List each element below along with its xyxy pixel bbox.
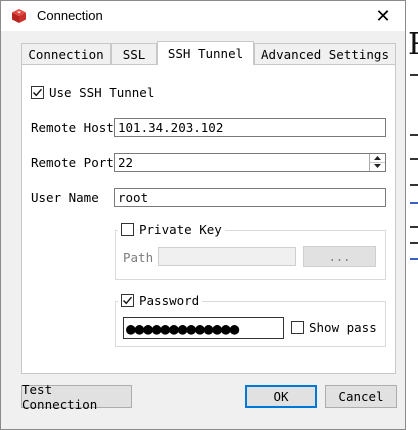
tab-ssh-tunnel[interactable]: SSH Tunnel [157,41,254,65]
remote-port-value: 22 [118,155,134,170]
path-input[interactable] [158,247,296,266]
use-ssh-tunnel-label: Use SSH Tunnel [49,85,155,100]
tab-label: Connection [28,46,104,62]
background-text [410,134,418,136]
tab-label: Advanced Settings [261,46,389,62]
remote-host-label: Remote Host [31,120,114,135]
password-dots: ●●●●●●●●●●●●● [126,318,239,338]
window-title: Connection [37,8,103,23]
tab-advanced-settings[interactable]: Advanced Settings [254,43,396,64]
connection-dialog: Connection ✕ Connection SSL SSH Tunnel A… [0,0,406,430]
private-key-label: Private Key [139,222,222,237]
background-text [410,226,418,228]
background-glyph: R [408,27,418,62]
cancel-button[interactable]: Cancel [325,385,397,408]
background-text [410,74,418,76]
background-text [410,184,418,186]
checkmark-icon [123,296,133,305]
user-name-input[interactable]: root [114,188,386,207]
remote-port-label: Remote Port [31,155,114,170]
ok-button[interactable]: OK [245,385,317,408]
tab-ssl[interactable]: SSL [111,43,157,64]
spin-down-arrow-icon[interactable] [370,162,385,170]
user-name-label: User Name [31,190,99,205]
path-label: Path [123,250,154,265]
show-pass-label: Show pass [309,320,377,335]
remote-host-input[interactable]: 101.34.203.102 [114,118,386,137]
private-key-legend: Private Key [118,222,225,237]
show-pass-checkbox[interactable] [291,321,304,334]
checkmark-icon [33,88,43,97]
title-bar: Connection ✕ [1,1,405,31]
port-spinner [369,154,385,171]
background-text [410,202,418,204]
password-checkbox[interactable] [121,294,134,307]
password-label: Password [139,293,200,308]
background-text [410,242,418,244]
app-logo-icon [11,8,27,24]
private-key-checkbox[interactable] [121,223,134,236]
password-input[interactable]: ●●●●●●●●●●●●● [123,317,284,339]
background-text [410,258,418,260]
remote-port-spinbox[interactable]: 22 [114,153,386,172]
close-button[interactable]: ✕ [363,1,403,31]
test-connection-button[interactable]: Test Connection [21,382,132,412]
background-text [410,158,418,160]
use-ssh-tunnel-checkbox[interactable] [31,86,44,99]
tab-label: SSH Tunnel [167,46,244,61]
browse-button[interactable]: ... [303,246,376,267]
background-window: R [406,0,418,430]
password-legend: Password [118,293,203,308]
tab-connection[interactable]: Connection [21,43,111,64]
tab-label: SSL [122,46,146,62]
